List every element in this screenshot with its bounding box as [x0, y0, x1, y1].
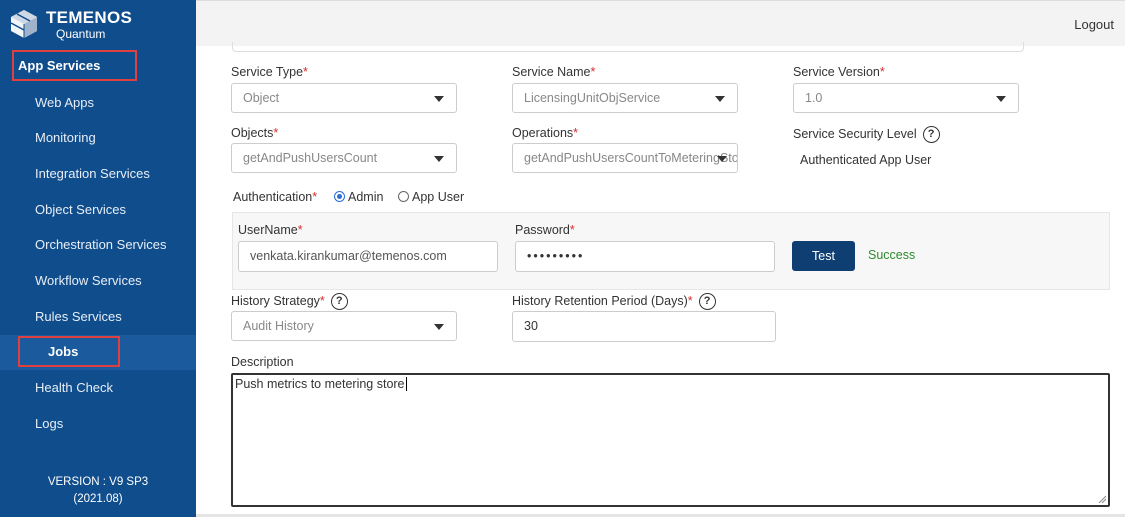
description-value: Push metrics to metering store — [235, 377, 405, 391]
sidebar-item-orchestration-services[interactable]: Orchestration Services — [35, 235, 167, 255]
service-name-label: Service Name* — [512, 65, 596, 79]
logout-link[interactable]: Logout — [1074, 17, 1114, 32]
question-circle-icon[interactable]: ? — [698, 293, 716, 310]
sidebar-section-app-services[interactable]: App Services — [12, 50, 137, 81]
caret-down-icon — [717, 156, 727, 162]
retention-label: History Retention Period (Days)*? — [512, 293, 716, 310]
caret-down-icon — [996, 96, 1006, 102]
description-textarea[interactable]: Push metrics to metering store — [231, 373, 1110, 507]
top-header: Logout — [196, 0, 1125, 46]
retention-input[interactable]: 30 — [512, 311, 776, 342]
text-cursor — [405, 377, 407, 391]
operations-select[interactable]: getAndPushUsersCountToMeteringStor — [512, 143, 738, 173]
temenos-logo[interactable]: TEMENOS Quantum — [8, 6, 132, 42]
service-version-select[interactable]: 1.0 — [793, 83, 1019, 113]
question-circle-icon[interactable]: ? — [330, 293, 348, 310]
sidebar-item-health-check[interactable]: Health Check — [35, 378, 113, 398]
service-type-select[interactable]: Object — [231, 83, 457, 113]
auth-option-app-user[interactable]: App User — [398, 190, 464, 204]
radio-unselected-icon[interactable] — [398, 191, 409, 202]
job-form: Service Type* Object Service Name* Licen… — [196, 42, 1125, 517]
history-strategy-select[interactable]: Audit History — [231, 311, 457, 341]
sidebar: TEMENOS Quantum App Services Web Apps Mo… — [0, 0, 196, 517]
service-type-label: Service Type* — [231, 65, 308, 79]
password-label: Password* — [515, 223, 575, 237]
caret-down-icon — [434, 324, 444, 330]
sidebar-item-logs[interactable]: Logs — [35, 414, 63, 434]
history-strategy-label: History Strategy*? — [231, 293, 348, 310]
sidebar-item-monitoring[interactable]: Monitoring — [35, 128, 96, 148]
version-label: VERSION : V9 SP3 — [47, 476, 149, 488]
objects-value: getAndPushUsersCount — [243, 151, 378, 165]
sidebar-item-rules-services[interactable]: Rules Services — [35, 307, 122, 327]
sidebar-item-integration-services[interactable]: Integration Services — [35, 164, 150, 184]
caret-down-icon — [715, 96, 725, 102]
username-input[interactable]: venkata.kirankumar@temenos.com — [238, 241, 498, 272]
description-label: Description — [231, 355, 294, 369]
brand-name: TEMENOS — [46, 7, 133, 27]
username-label: UserName* — [238, 223, 303, 237]
sidebar-item-jobs[interactable]: Jobs — [18, 336, 120, 367]
version-info: VERSION : V9 SP3 (2021.08) — [0, 474, 196, 508]
sidebar-item-object-services[interactable]: Object Services — [35, 200, 126, 220]
test-status: Success — [868, 248, 916, 262]
auth-option-admin[interactable]: Admin — [334, 190, 383, 204]
question-circle-icon[interactable]: ? — [922, 126, 940, 143]
resize-handle-icon[interactable] — [1098, 495, 1106, 503]
authentication-label: Authentication* — [233, 190, 318, 204]
service-type-value: Object — [243, 91, 280, 105]
sidebar-item-workflow-services[interactable]: Workflow Services — [35, 271, 142, 291]
security-level-label: Service Security Level? — [793, 126, 940, 143]
temenos-cube-icon — [10, 10, 37, 38]
operations-value: getAndPushUsersCountToMeteringStor — [524, 151, 738, 165]
service-version-label: Service Version* — [793, 65, 885, 79]
brand-sub: Quantum — [56, 26, 106, 41]
version-date: (2021.08) — [73, 493, 123, 505]
service-name-value: LicensingUnitObjService — [524, 91, 661, 105]
caret-down-icon — [434, 156, 444, 162]
objects-label: Objects* — [231, 126, 279, 140]
objects-select[interactable]: getAndPushUsersCount — [231, 143, 457, 173]
operations-label: Operations* — [512, 126, 579, 140]
sidebar-item-web-apps[interactable]: Web Apps — [35, 93, 94, 113]
test-button[interactable]: Test — [792, 241, 855, 271]
service-name-select[interactable]: LicensingUnitObjService — [512, 83, 738, 113]
password-input[interactable]: ••••••••• — [515, 241, 775, 272]
security-level-value: Authenticated App User — [800, 153, 932, 167]
history-strategy-value: Audit History — [243, 319, 314, 333]
caret-down-icon — [434, 96, 444, 102]
radio-selected-icon[interactable] — [334, 191, 345, 202]
service-version-value: 1.0 — [805, 91, 823, 105]
previous-field-edge — [232, 42, 1024, 52]
